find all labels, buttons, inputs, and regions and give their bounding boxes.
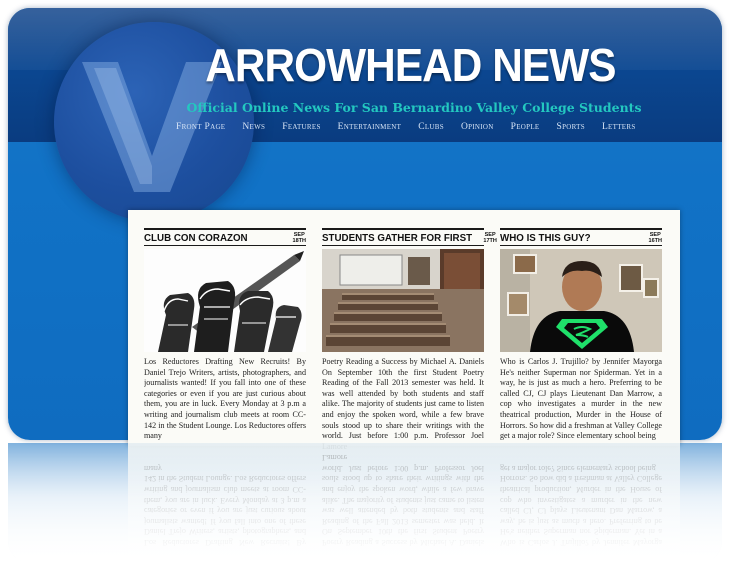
panel-reflection: Los Reductores Drafting New Recruits! By… [8,443,722,563]
article-title[interactable]: STUDENTS GATHER FOR FIRST [322,232,472,244]
date-day: 17TH [483,238,497,244]
article-title[interactable]: CLUB CON CORAZON [144,232,248,244]
date-day: 18TH [292,238,306,244]
date-day: 16TH [648,238,662,244]
newspaper-sheet: CLUB CON CORAZON SEP 18TH Los Reductores… [128,210,680,451]
main-nav: Front Page News Features Entertainment C… [176,122,636,132]
nav-features[interactable]: Features [282,122,320,132]
nav-clubs[interactable]: Clubs [418,122,444,132]
nav-sports[interactable]: Sports [556,122,584,132]
article-header: WHO IS THIS GUY? SEP 16TH [500,228,662,246]
nav-letters[interactable]: Letters [602,122,636,132]
nav-news[interactable]: News [242,122,265,132]
article-header: CLUB CON CORAZON SEP 18TH [144,228,306,246]
nav-opinion[interactable]: Opinion [461,122,494,132]
article-club-con-corazon[interactable]: CLUB CON CORAZON SEP 18TH Los Reductores… [144,228,306,465]
raised-fists-illustration-icon[interactable] [144,249,306,352]
lecture-hall-photo-icon[interactable] [322,249,484,352]
article-students-gather[interactable]: STUDENTS GATHER FOR FIRST SEP 17TH Poetr… [322,228,497,465]
nav-entertainment[interactable]: Entertainment [338,122,402,132]
site-title[interactable]: ARROWHEAD NEWS [41,38,698,92]
nav-people[interactable]: People [511,122,540,132]
article-who-is-this-guy[interactable]: WHO IS THIS GUY? SEP 16TH Who is Carlos … [500,228,662,465]
nav-front-page[interactable]: Front Page [176,122,225,132]
article-date: SEP 16TH [649,232,662,244]
article-date: SEP 17TH [483,232,496,244]
reflection-fade [8,443,722,563]
article-header: STUDENTS GATHER FOR FIRST SEP 17TH [322,228,497,246]
article-title[interactable]: WHO IS THIS GUY? [500,232,591,244]
site-tagline: Official Online News For San Bernardino … [186,100,642,115]
article-date: SEP 18TH [293,232,306,244]
student-photo-icon[interactable] [500,249,662,352]
